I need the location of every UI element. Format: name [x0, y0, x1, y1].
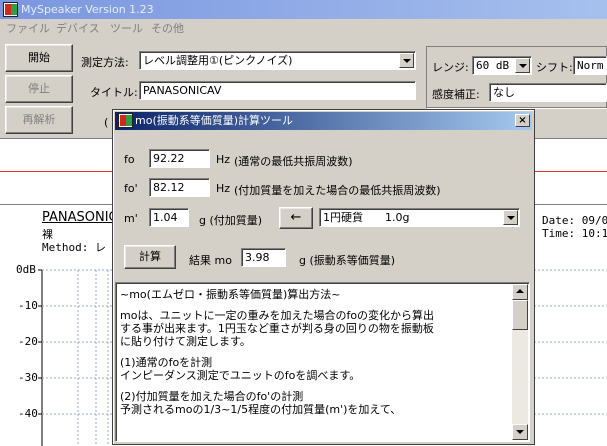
chevron-down-icon[interactable] [515, 58, 530, 73]
title-label: タイトル: [90, 86, 138, 99]
fo-label: fo [124, 153, 135, 166]
sensitivity-label: 感度補正: [432, 88, 480, 101]
text-line: インピーダンス測定でユニットのfoを調べます。 [120, 369, 361, 382]
m-input[interactable]: 1.04 [149, 208, 189, 227]
reanalyze-button[interactable]: 再解析 [5, 106, 73, 134]
range-select[interactable]: 60 dB [472, 56, 532, 75]
text-line: ~mo(エムゼロ・振動系等価質量)算出方法~ [120, 288, 341, 301]
dialog-title: mo(振動系等価質量)計算ツール [135, 114, 294, 127]
calculate-button[interactable]: 計算 [124, 245, 176, 269]
method-select-value: レベル調整用①(ピンクノイズ) [143, 54, 293, 67]
coin-select[interactable]: 1円硬貨 1.0g [319, 208, 520, 227]
coin-select-value: 1円硬貨 1.0g [323, 211, 410, 224]
y-tick-0: 0dB [16, 263, 36, 276]
fo-unit: Hz [216, 153, 231, 166]
text-line: 予測されるmoの1/3~1/5程度の付加質量(m')を加えて、 [120, 403, 402, 416]
partial-label: ( [104, 116, 109, 129]
title-input[interactable]: PANASONICAV [139, 81, 416, 100]
dialog-icon [118, 113, 133, 128]
mo-calc-dialog: mo(振動系等価質量)計算ツール × fo 92.22 Hz (通常の最低共振周… [112, 109, 535, 445]
y-tick-4: -40 [18, 407, 38, 420]
explanation-textarea[interactable]: ~mo(エムゼロ・振動系等価質量)算出方法~ moは、ユニットに一定の重みを加え… [115, 282, 530, 442]
app-titlebar: MySpeaker Version 1.23 [0, 0, 607, 19]
y-tick-2: -20 [18, 335, 38, 348]
sensitivity-select[interactable]: なし [489, 83, 607, 102]
method-label: 測定方法: [81, 56, 129, 69]
apply-coin-button[interactable]: ← [279, 207, 313, 229]
m-unit: g (付加質量) [199, 214, 263, 227]
shift-label: シフト: [536, 61, 573, 74]
menu-bar: ファイル デバイス ツール その他 [0, 19, 607, 39]
result-label: 結果 mo [189, 254, 232, 267]
stop-button[interactable]: 停止 [5, 75, 73, 103]
fo2-label: fo' [124, 182, 138, 195]
fo2-unit: Hz [216, 182, 231, 195]
start-button[interactable]: 開始 [5, 44, 73, 72]
m-label: m' [124, 212, 138, 225]
range-label: レンジ: [432, 61, 469, 74]
app-icon [3, 2, 18, 17]
y-tick-1: -10 [18, 299, 38, 312]
menu-device[interactable]: デバイス [56, 19, 100, 39]
chevron-down-icon[interactable] [503, 210, 518, 225]
menu-other[interactable]: その他 [151, 19, 184, 39]
shift-select[interactable]: Norm. [573, 56, 607, 75]
scroll-thumb[interactable] [512, 300, 528, 330]
fo-input[interactable]: 92.22 [149, 149, 210, 168]
text-line: に貼り付けて測定します。 [120, 335, 251, 348]
vertical-scrollbar[interactable] [512, 284, 528, 440]
fo2-desc: (付加質量を加えた場合の最低共振周波数) [234, 184, 441, 197]
dialog-titlebar: mo(振動系等価質量)計算ツール × [115, 112, 532, 130]
app-title: MySpeaker Version 1.23 [21, 3, 154, 16]
fo-desc: (通常の最低共振周波数) [234, 155, 353, 168]
y-tick-3: -30 [18, 371, 38, 384]
close-icon[interactable]: × [515, 114, 530, 127]
menu-tools[interactable]: ツール [110, 19, 143, 39]
scroll-down-icon[interactable] [512, 424, 528, 440]
scroll-up-icon[interactable] [512, 284, 528, 300]
result-unit: g (振動系等価質量) [299, 254, 396, 267]
range-select-value: 60 dB [476, 59, 510, 72]
result-output[interactable]: 3.98 [241, 248, 286, 267]
method-select[interactable]: レベル調整用①(ピンクノイズ) [139, 51, 416, 70]
menu-file[interactable]: ファイル [6, 19, 50, 39]
fo2-input[interactable]: 82.12 [149, 178, 210, 197]
chevron-down-icon[interactable] [399, 53, 414, 68]
